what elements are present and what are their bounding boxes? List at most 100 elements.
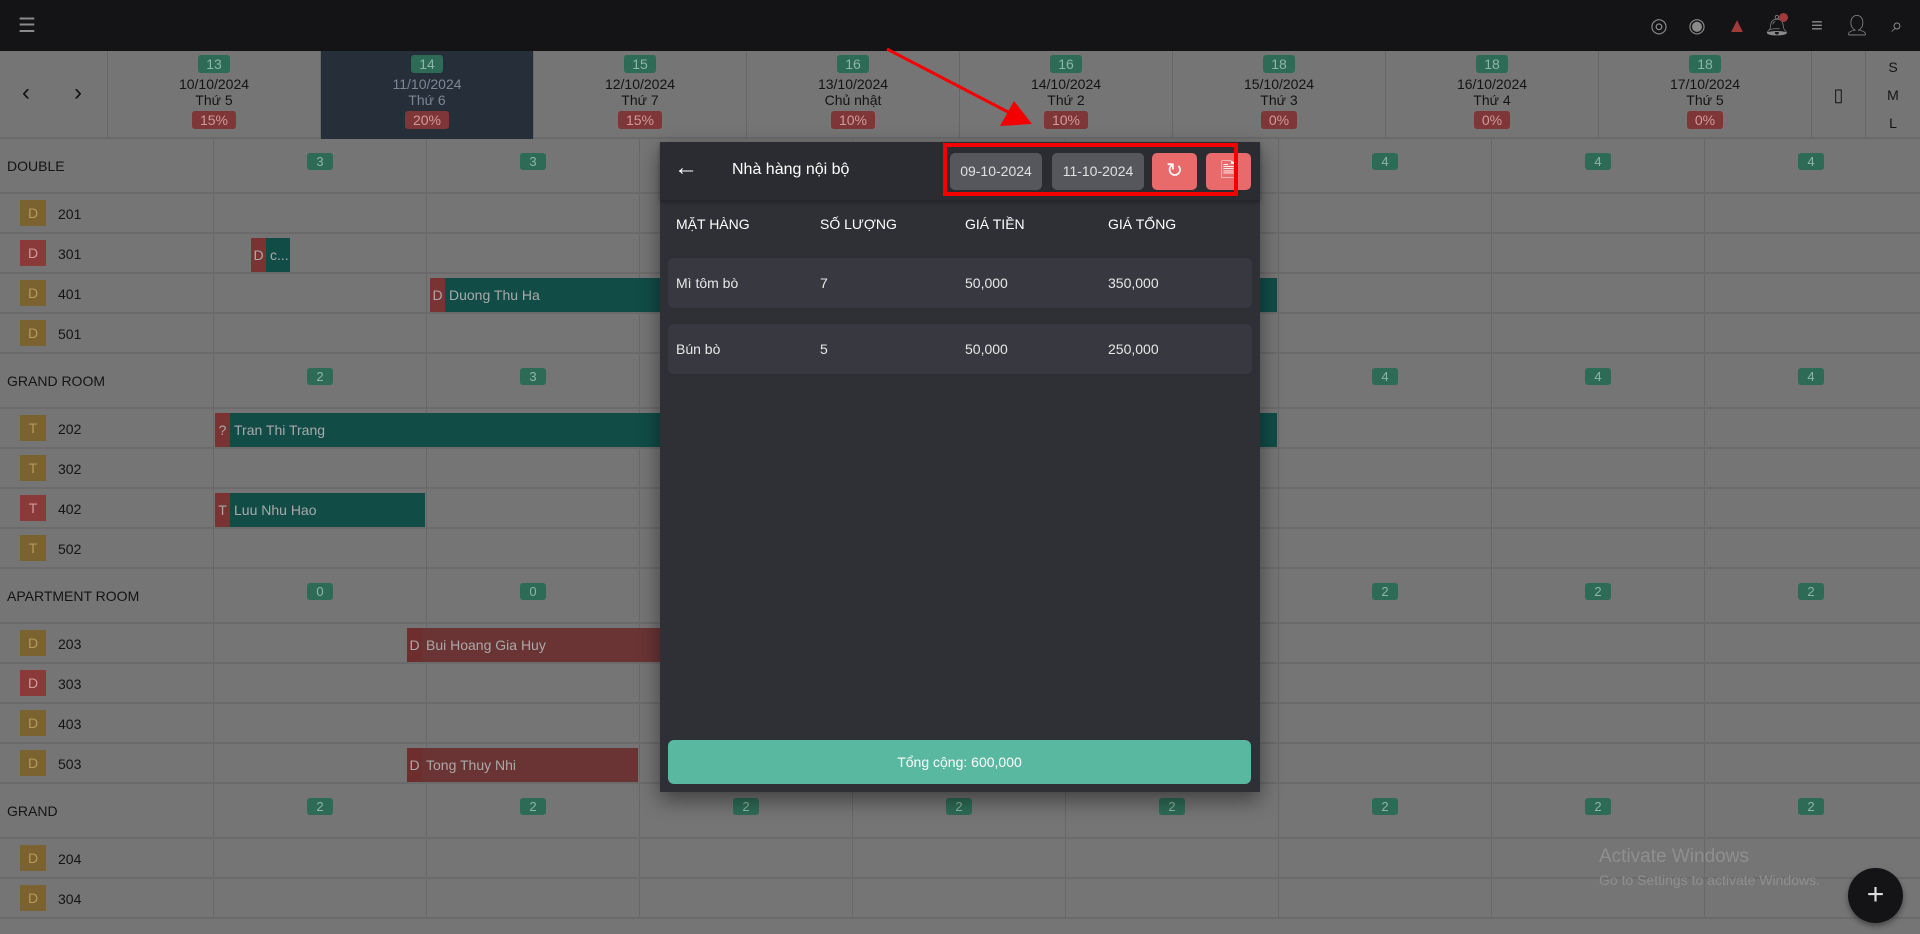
eye-icon[interactable]: ◉ — [1684, 13, 1710, 39]
room-day-cell[interactable] — [1278, 489, 1491, 527]
room-day-cell[interactable] — [1491, 489, 1704, 527]
room-day-cell[interactable] — [213, 234, 426, 272]
room-day-cell[interactable] — [639, 879, 852, 917]
room-day-cell[interactable] — [426, 529, 639, 567]
room-day-cell[interactable] — [1278, 839, 1491, 877]
room-day-cell[interactable] — [426, 839, 639, 877]
room-day-cell[interactable] — [213, 744, 426, 782]
room-day-cell[interactable] — [1491, 314, 1704, 352]
room-day-cell[interactable] — [1278, 274, 1491, 312]
next-week-button[interactable]: › — [74, 79, 82, 107]
room-day-cell[interactable] — [1278, 744, 1491, 782]
table-row[interactable]: Mì tôm bò 7 50,000 350,000 — [668, 258, 1252, 308]
total-button[interactable]: Tổng cộng: 600,000 — [668, 740, 1251, 784]
fingerprint-icon[interactable]: ◎ — [1646, 13, 1672, 39]
day-column-header[interactable]: 13 10/10/2024 Thứ 5 15% — [108, 51, 321, 139]
room-day-cell[interactable] — [426, 194, 639, 232]
room-day-cell[interactable] — [1491, 409, 1704, 447]
room-day-cell[interactable] — [426, 314, 639, 352]
room-day-cell[interactable] — [426, 664, 639, 702]
room-day-cell[interactable] — [426, 234, 639, 272]
refresh-button[interactable]: ↻ — [1152, 153, 1197, 190]
room-day-cell[interactable] — [213, 314, 426, 352]
room-day-cell[interactable] — [1278, 704, 1491, 742]
booking-bar[interactable]: T Luu Nhu Hao — [215, 493, 425, 527]
room-day-cell[interactable] — [1065, 879, 1278, 917]
room-day-cell[interactable] — [852, 879, 1065, 917]
room-day-cell[interactable] — [213, 664, 426, 702]
size-l[interactable]: L — [1866, 109, 1920, 137]
room-day-cell[interactable] — [1278, 664, 1491, 702]
room-day-cell[interactable] — [1704, 274, 1917, 312]
table-row[interactable]: Bún bò 5 50,000 250,000 — [668, 324, 1252, 374]
bell-icon[interactable]: 🔔︎ — [1764, 13, 1790, 39]
room-day-cell[interactable] — [1491, 449, 1704, 487]
room-day-cell[interactable] — [1278, 449, 1491, 487]
room-day-cell[interactable] — [213, 624, 426, 662]
room-day-cell[interactable] — [1278, 409, 1491, 447]
room-day-cell[interactable] — [1491, 624, 1704, 662]
room-day-cell[interactable] — [426, 704, 639, 742]
room-day-cell[interactable] — [213, 704, 426, 742]
room-day-cell[interactable] — [1491, 274, 1704, 312]
room-day-cell[interactable] — [426, 449, 639, 487]
size-m[interactable]: M — [1866, 81, 1920, 109]
room-day-cell[interactable] — [1065, 839, 1278, 877]
calendar-icon[interactable]: ▯ — [1812, 51, 1866, 139]
back-arrow-icon[interactable]: ← — [674, 154, 698, 182]
add-user-icon[interactable]: 👤︎ — [1844, 13, 1870, 39]
from-date-input[interactable]: 09-10-2024 — [950, 153, 1042, 190]
room-day-cell[interactable] — [426, 879, 639, 917]
room-day-cell[interactable] — [1278, 194, 1491, 232]
room-day-cell[interactable] — [213, 839, 426, 877]
room-day-cell[interactable] — [1704, 194, 1917, 232]
room-day-cell[interactable] — [1278, 879, 1491, 917]
room-day-cell[interactable] — [1704, 664, 1917, 702]
room-day-cell[interactable] — [1278, 234, 1491, 272]
room-day-cell[interactable] — [213, 274, 426, 312]
booking-bar[interactable]: D Tong Thuy Nhi — [407, 748, 638, 782]
room-day-cell[interactable] — [852, 839, 1065, 877]
warning-icon[interactable]: ▲ — [1724, 13, 1750, 39]
room-day-cell[interactable] — [213, 194, 426, 232]
room-day-cell[interactable] — [1491, 234, 1704, 272]
menu-icon[interactable]: ☰ — [14, 13, 40, 39]
day-column-header[interactable]: 18 15/10/2024 Thứ 3 0% — [1173, 51, 1386, 139]
room-day-cell[interactable] — [1491, 664, 1704, 702]
day-column-header[interactable]: 15 12/10/2024 Thứ 7 15% — [534, 51, 747, 139]
search-icon[interactable]: ⌕ — [1884, 13, 1910, 39]
room-day-cell[interactable] — [1491, 744, 1704, 782]
day-column-header[interactable]: 18 17/10/2024 Thứ 5 0% — [1599, 51, 1812, 139]
room-day-cell[interactable] — [1278, 624, 1491, 662]
room-day-cell[interactable] — [1704, 704, 1917, 742]
room-day-cell[interactable] — [1278, 314, 1491, 352]
room-day-cell[interactable] — [1491, 194, 1704, 232]
add-button[interactable]: + — [1848, 868, 1903, 923]
room-day-cell[interactable] — [1491, 704, 1704, 742]
booking-bar[interactable]: D Bui Hoang Gia Huy — [407, 628, 660, 662]
room-day-cell[interactable] — [1704, 449, 1917, 487]
to-date-input[interactable]: 11-10-2024 — [1052, 153, 1144, 190]
prev-week-button[interactable]: ‹ — [22, 79, 30, 107]
room-day-cell[interactable] — [1704, 624, 1917, 662]
room-day-cell[interactable] — [639, 839, 852, 877]
room-day-cell[interactable] — [1704, 489, 1917, 527]
size-s[interactable]: S — [1866, 53, 1920, 81]
list-icon[interactable]: ≡ — [1804, 13, 1830, 39]
room-day-cell[interactable] — [1704, 314, 1917, 352]
room-day-cell[interactable] — [426, 489, 639, 527]
room-day-cell[interactable] — [1704, 744, 1917, 782]
export-button[interactable]: 🗎︎ — [1206, 153, 1251, 190]
day-column-header[interactable]: 16 14/10/2024 Thứ 2 10% — [960, 51, 1173, 139]
room-day-cell[interactable] — [213, 879, 426, 917]
room-day-cell[interactable] — [1491, 529, 1704, 567]
room-day-cell[interactable] — [213, 529, 426, 567]
day-column-header[interactable]: 16 13/10/2024 Chủ nhật 10% — [747, 51, 960, 139]
room-day-cell[interactable] — [1704, 234, 1917, 272]
room-day-cell[interactable] — [213, 449, 426, 487]
booking-bar[interactable]: Dc... — [251, 238, 290, 272]
day-column-header[interactable]: 14 11/10/2024 Thứ 6 20% — [321, 51, 534, 139]
day-column-header[interactable]: 18 16/10/2024 Thứ 4 0% — [1386, 51, 1599, 139]
room-day-cell[interactable] — [1704, 409, 1917, 447]
room-day-cell[interactable] — [1704, 529, 1917, 567]
